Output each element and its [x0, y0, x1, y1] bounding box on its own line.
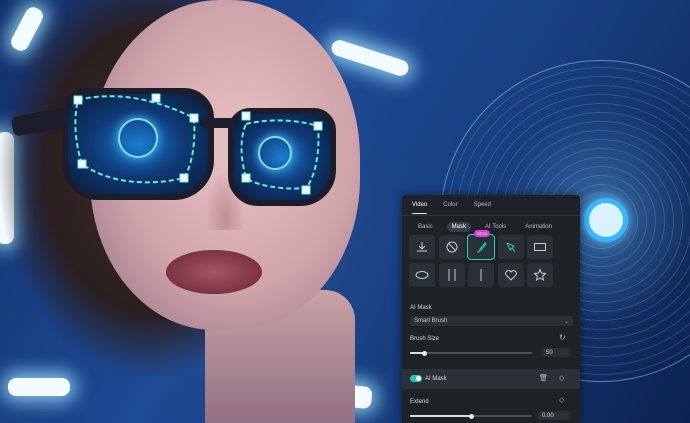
mask-handle[interactable] [179, 173, 189, 183]
mask-handle[interactable] [151, 93, 161, 103]
import-mask-button[interactable] [409, 235, 435, 259]
mask-handle[interactable] [189, 113, 199, 123]
heart-mask-icon [504, 270, 517, 281]
trash-icon[interactable]: 🗑 [539, 374, 548, 382]
tab-video[interactable]: Video [412, 202, 428, 214]
extend-knob[interactable] [468, 413, 474, 419]
single-line-mask-button[interactable] [468, 263, 494, 287]
rectangle-mask-icon [534, 243, 546, 251]
sub-tabs: Basic Mask AI Tools Animation [402, 218, 580, 235]
mask-handle[interactable] [313, 121, 323, 131]
brush-size-slider[interactable] [410, 350, 532, 356]
ai-mask-row-label: AI Mask [425, 376, 447, 382]
ellipse-mask-button[interactable] [409, 263, 435, 287]
star-mask-button[interactable] [527, 263, 553, 287]
mask-handle[interactable] [301, 185, 311, 195]
rectangle-mask-button[interactable] [527, 235, 553, 259]
mask-settings-panel: Video Color Speed Basic Mask AI Tools An… [402, 195, 580, 423]
mask-handle[interactable] [241, 111, 251, 121]
mask-handle[interactable] [241, 173, 251, 183]
brush-mask-button[interactable]: BETA [467, 230, 495, 260]
background-photo [0, 0, 690, 423]
single-line-mask-icon [480, 269, 482, 281]
subtab-mask[interactable]: Mask [446, 221, 472, 232]
subtab-basic[interactable]: Basic [413, 222, 438, 232]
heart-mask-button[interactable] [497, 263, 524, 287]
ai-mask-heading: AI Mask [410, 305, 432, 311]
mask-handle[interactable] [77, 159, 87, 169]
double-line-mask-icon [448, 269, 455, 281]
brush-size-knob[interactable] [422, 350, 428, 356]
brush-size-input[interactable]: 50 [542, 348, 570, 357]
keyframe-diamond-icon[interactable]: ◇ [559, 374, 564, 382]
double-line-mask-button[interactable] [438, 263, 465, 287]
subtab-animation[interactable]: Animation [520, 222, 557, 232]
chevron-down-icon: ⌄ [563, 318, 569, 325]
ai-mask-mode-select[interactable]: Smart Brush ⌄ [410, 316, 573, 326]
mask-handle[interactable] [73, 95, 83, 105]
ai-mask-toggle[interactable] [410, 375, 422, 382]
star-mask-icon [533, 268, 547, 282]
ai-mask-mode-value: Smart Brush [414, 318, 448, 324]
no-mask-icon [446, 241, 457, 253]
extend-label: Extend [410, 399, 429, 405]
mask-selection-outline [73, 93, 323, 195]
ellipse-mask-icon [415, 271, 429, 279]
ai-mask-layer-row[interactable]: AI Mask 🗑 ◇ [402, 369, 580, 389]
keyframe-diamond-icon[interactable]: ◇ [559, 396, 564, 404]
top-tabs: Video Color Speed [402, 195, 580, 216]
mask-shape-grid: BETA [409, 230, 573, 287]
tab-speed[interactable]: Speed [474, 202, 491, 208]
reset-icon[interactable]: ↻ [559, 333, 566, 342]
no-mask-button[interactable] [438, 235, 465, 259]
extend-fill [410, 415, 471, 417]
brush-mask-icon [476, 242, 487, 253]
tab-color[interactable]: Color [443, 202, 457, 208]
pen-mask-icon [506, 242, 515, 253]
import-mask-icon [417, 242, 427, 252]
extend-slider[interactable] [410, 413, 532, 419]
pen-mask-button[interactable] [497, 235, 524, 259]
extend-input[interactable]: 0.00 [538, 411, 570, 420]
brush-size-label: Brush Size [410, 336, 440, 342]
beta-badge: BETA [474, 230, 491, 237]
